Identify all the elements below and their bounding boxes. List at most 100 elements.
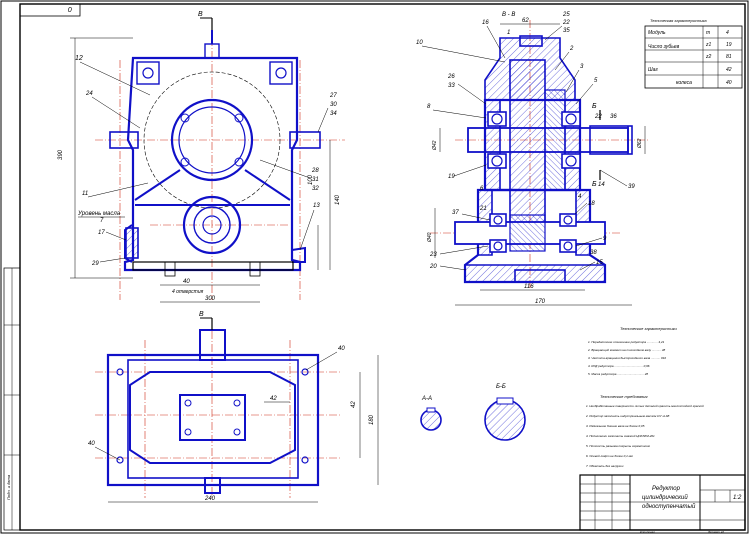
part-7: 7 xyxy=(100,218,104,224)
dim-left-2: Ø40 xyxy=(427,232,433,243)
req-title: Технические требования xyxy=(600,394,648,399)
req-line-4: 5. Плоскость разъема покрыть герметиком xyxy=(586,444,650,448)
dim-side-shaft: 62 xyxy=(522,18,529,24)
dim-plan-height: 42 xyxy=(351,401,357,408)
section-a-a-view: А-А xyxy=(420,396,442,431)
title-scale: 1:2 xyxy=(733,495,742,501)
side-section-view: В - В 62 116 170 Ø42 Ø40 Ø62 Б Б xyxy=(427,12,650,306)
dim-front-width: 300 xyxy=(205,296,216,302)
part-13: 13 xyxy=(313,203,320,209)
part-17: 17 xyxy=(98,230,105,236)
holes-note: 4 отверстия xyxy=(172,289,204,295)
part-side-37: 37 xyxy=(452,210,459,216)
title-name-2: цилиндрический xyxy=(642,494,688,501)
tech-title: Технические характеристики xyxy=(620,326,677,331)
part-11: 11 xyxy=(82,191,88,197)
part-32: 32 xyxy=(312,186,319,192)
req-line-1: 2. Редуктор заполнить индустриальным мас… xyxy=(585,414,670,418)
corner-number: 0 xyxy=(68,5,72,12)
part-34: 34 xyxy=(330,111,337,117)
part-28: 28 xyxy=(311,168,319,174)
part-12: 12 xyxy=(75,55,83,62)
section-b6-label: Б-Б xyxy=(496,384,506,390)
tech-line-3: 4. КПД редуктора .......................… xyxy=(588,364,650,368)
param-3-val: 42 xyxy=(726,67,732,73)
dim-left-3: Ø62 xyxy=(637,138,643,149)
part-side-10: 10 xyxy=(416,40,423,46)
part-29: 29 xyxy=(91,261,99,267)
section-mark-b6-top: Б xyxy=(592,103,597,110)
part-side-20: 20 xyxy=(429,264,437,270)
param-1-sym: z1 xyxy=(705,42,712,48)
title-name-3: одноступенчатый xyxy=(642,503,696,510)
tech-line-4: 5. Масса редуктора .....................… xyxy=(588,372,648,376)
title-block: Редуктор цилиндрический одноступенчатый … xyxy=(579,474,746,534)
param-4-val: 40 xyxy=(726,80,732,86)
part-side-22: 22 xyxy=(562,20,570,26)
part-side-33: 33 xyxy=(448,83,455,89)
section-mark-b6-bottom: Б xyxy=(592,181,597,188)
param-0-val: 4 xyxy=(726,30,729,36)
part-side-36: 36 xyxy=(610,114,617,120)
req-line-3: 4. Подшипники заполнить смазкой ЦИАТИМ-2… xyxy=(586,434,655,438)
part-side-39: 39 xyxy=(628,184,635,190)
part-side-35: 35 xyxy=(563,28,570,34)
param-4-name: колеса xyxy=(676,80,692,86)
part-side-5: 5 xyxy=(594,78,598,84)
section-a-a-label: А-А xyxy=(421,396,432,402)
dim-left-1: Ø42 xyxy=(432,140,438,151)
dim-plan-small: 42 xyxy=(270,396,277,402)
part-side-22b: 22 xyxy=(594,114,602,120)
part-side-14: 14 xyxy=(598,182,605,188)
param-0-name: Модуль xyxy=(648,30,666,36)
oil-level-label: Уровень масла xyxy=(77,211,121,217)
req-line-0: 1. Необработанные поверхности литых дета… xyxy=(586,404,704,408)
part-plan-40b: 40 xyxy=(88,441,95,447)
dim-plan-width: 240 xyxy=(204,496,216,502)
param-2-sym: z2 xyxy=(705,54,712,60)
part-side-38: 38 xyxy=(590,250,597,256)
part-side-25: 25 xyxy=(562,12,570,18)
part-side-8: 8 xyxy=(427,104,431,110)
front-view: 390 140 100 40 300 4 отверстия B Уровень… xyxy=(58,11,345,303)
dim-side-inner: 116 xyxy=(524,284,534,290)
param-3-name: Шаг xyxy=(648,67,658,73)
dim-base-offset: 40 xyxy=(183,279,190,285)
assembly-drawing-sheet: 0 Подп. и дата 390 140 100 40 300 4 отве… xyxy=(0,0,749,534)
title-copied: Копировал xyxy=(640,530,655,534)
left-stamp-label: Подп. и дата xyxy=(6,474,11,500)
part-side-26: 26 xyxy=(447,74,455,80)
tech-line-1: 2. Вращающий момент на тихоходном валу .… xyxy=(587,348,666,352)
title-format: Формат А1 xyxy=(708,530,725,534)
part-side-18: 18 xyxy=(588,201,595,207)
outer-frame xyxy=(0,0,749,534)
part-side-3: 3 xyxy=(580,64,584,70)
section-b6-b6-view: Б-Б xyxy=(484,384,526,441)
dim-right-height: 140 xyxy=(335,194,341,205)
part-27: 27 xyxy=(329,93,337,99)
param-0-sym: m xyxy=(706,30,710,36)
section-mark-b-bottom: B xyxy=(199,311,204,318)
part-side-16: 16 xyxy=(482,20,489,26)
title-name-1: Редуктор xyxy=(652,486,681,492)
tech-line-0: 1. Передаточное отношение редуктора ....… xyxy=(588,340,665,344)
part-side-21: 21 xyxy=(479,206,487,212)
req-line-2: 3. Радиальное биение вала не более 0,05 xyxy=(586,424,645,428)
section-mark-b-top: B xyxy=(198,11,203,18)
parameters-table: Техническая характеристика Модуль m 4 Чи… xyxy=(644,18,743,89)
param-2-val: 81 xyxy=(726,54,732,60)
dim-front-height: 390 xyxy=(58,149,64,160)
part-plan-40a: 40 xyxy=(338,346,345,352)
part-side-23: 23 xyxy=(429,252,437,258)
tech-requirements: Технические требования 1. Необработанные… xyxy=(585,394,704,468)
part-side-2: 2 xyxy=(569,46,574,52)
section-b-b-header: В - В xyxy=(502,12,515,18)
part-side-9: 9 xyxy=(603,236,607,242)
plan-view: 240 42 180 42 B 40 40 xyxy=(88,311,379,503)
param-1-name: Число зубьев xyxy=(648,44,680,50)
left-side-stamp: Подп. и дата xyxy=(3,267,21,531)
part-side-19: 19 xyxy=(448,174,455,180)
tech-characteristics: Технические характеристики 1. Передаточн… xyxy=(587,326,677,376)
dim-plan-outer: 180 xyxy=(369,414,375,425)
part-31: 31 xyxy=(312,177,319,183)
